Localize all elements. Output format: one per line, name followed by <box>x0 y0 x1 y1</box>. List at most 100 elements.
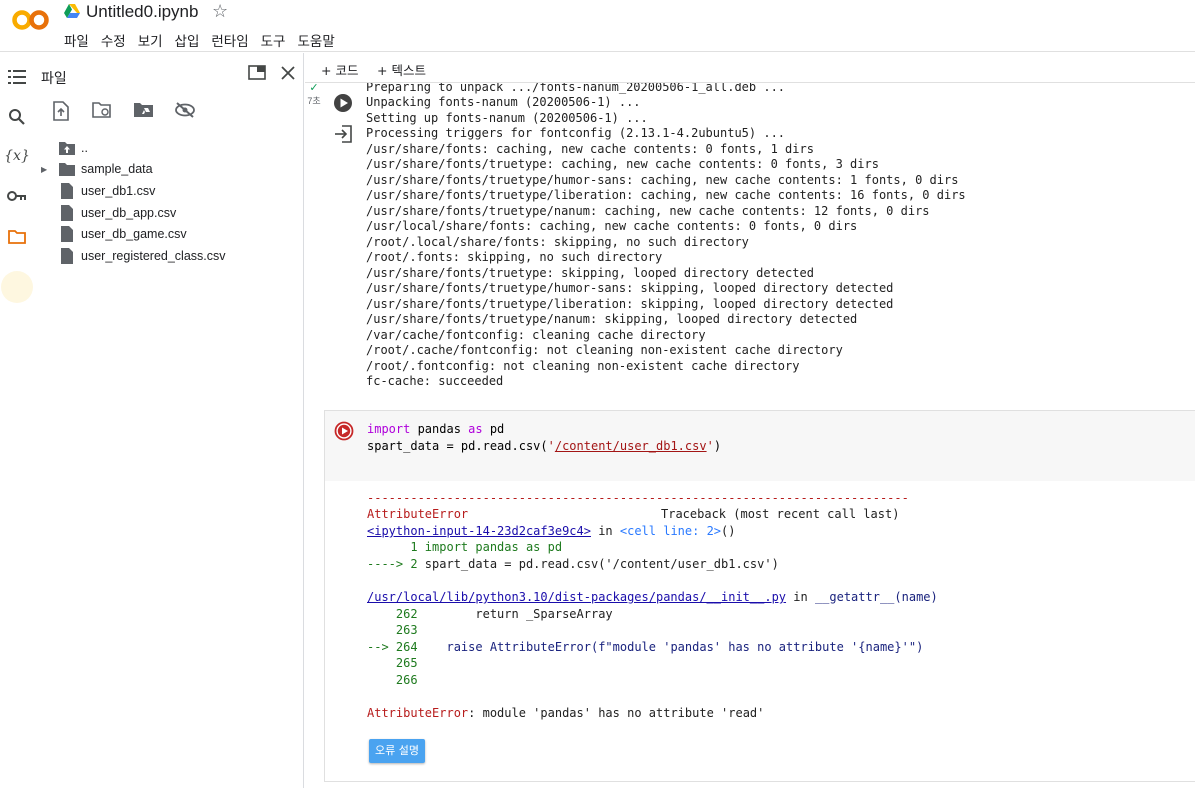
folder-up-icon <box>59 142 75 155</box>
tree-item-label: user_db_app.csv <box>81 206 177 220</box>
cell-toolbar: + 코드 + 텍스트 <box>305 53 1195 83</box>
files-panel: 파일 .. ▶ sample_data user_db1.csv user_db… <box>34 53 304 788</box>
output-line: /usr/share/fonts/truetype/humor-sans: ca… <box>366 173 959 187</box>
file-icon <box>61 205 73 221</box>
output-line: /usr/share/fonts/truetype/nanum: skippin… <box>366 312 858 326</box>
output-line: fc-cache: succeeded <box>366 374 504 388</box>
line-number: 262 <box>367 607 418 621</box>
code-path-link[interactable]: /content/user_db1.csv <box>555 439 707 453</box>
hide-files-icon[interactable] <box>174 101 196 123</box>
traceback-in: in <box>590 524 620 538</box>
current-line-arrow: ----> 2 <box>367 557 425 571</box>
error-text: : module 'pandas' has no attribute 'read… <box>468 706 765 720</box>
code-line: import pandas as pd <box>367 422 504 436</box>
run-cell-icon[interactable] <box>333 93 353 113</box>
code-editor[interactable]: import pandas as pd spart_data = pd.read… <box>325 411 1195 481</box>
expand-arrow-icon[interactable]: ▶ <box>41 165 47 174</box>
context-line: 1 import pandas as pd <box>367 540 563 554</box>
current-line-arrow: --> 264 <box>367 640 418 654</box>
variables-icon[interactable]: {x} <box>4 145 30 167</box>
tree-item-label: sample_data <box>81 162 153 176</box>
output-line: Preparing to unpack .../fonts-nanum_2020… <box>366 83 786 94</box>
output-line: /usr/local/share/fonts: caching, new cac… <box>366 219 858 233</box>
tree-item-label: user_db_game.csv <box>81 227 187 241</box>
error-divider: ----------------------------------------… <box>367 491 909 505</box>
notebook-main: + 코드 + 텍스트 ✓ 7초 Preparing to unpack .../… <box>305 53 1195 788</box>
current-line-code: spart_data = pd.read.csv('/content/user_… <box>424 557 779 571</box>
cell-ref: <cell line: 2> <box>619 524 722 538</box>
tree-item-label: user_registered_class.csv <box>81 249 226 263</box>
output-line: /usr/share/fonts: caching, new cache con… <box>366 142 814 156</box>
search-icon[interactable] <box>6 106 28 128</box>
menu-file[interactable]: 파일 <box>64 30 89 50</box>
folder-icon <box>59 163 75 176</box>
add-text-button[interactable]: + 텍스트 <box>377 60 426 79</box>
code-line: spart_data = pd.read.csv('/content/user_… <box>367 439 721 453</box>
mount-drive-icon[interactable] <box>133 101 155 123</box>
file-link[interactable]: /usr/local/lib/python3.10/dist-packages/… <box>367 590 786 604</box>
error-type: AttributeError <box>367 507 469 521</box>
context-line-current: --> 264 raise AttributeError(f"module 'p… <box>367 640 923 655</box>
output-line: /root/.fonts: skipping, no such director… <box>366 250 663 264</box>
rail-active-highlight <box>1 271 33 303</box>
refresh-icon[interactable] <box>92 101 114 123</box>
cell-ref-tail: () <box>721 524 736 538</box>
check-icon: ✓ <box>309 82 319 94</box>
menu-bar: 파일 수정 보기 삽입 런타임 도구 도움말 <box>64 30 335 50</box>
line-number: 266 <box>367 673 418 687</box>
left-rail: {x} <box>0 53 34 788</box>
tree-item-file[interactable]: user_db_app.csv <box>34 202 300 224</box>
code-token: pd <box>482 422 505 436</box>
menu-edit[interactable]: 수정 <box>101 30 126 50</box>
code-token: import <box>367 422 411 436</box>
menu-view[interactable]: 보기 <box>138 30 163 50</box>
output-line: /root/.cache/fontconfig: not cleaning no… <box>366 343 843 357</box>
cell-output: Preparing to unpack .../fonts-nanum_2020… <box>366 83 1195 395</box>
open-in-tab-icon[interactable] <box>248 65 268 83</box>
menu-runtime[interactable]: 런타임 <box>211 30 248 50</box>
output-line: Unpacking fonts-nanum (20200506-1) ... <box>366 95 641 109</box>
close-icon[interactable] <box>280 65 300 83</box>
tree-item-folder[interactable]: ▶ sample_data <box>34 158 300 180</box>
notebook-title[interactable]: Untitled0.ipynb <box>86 2 198 22</box>
tree-item-label: .. <box>81 141 88 155</box>
menu-help[interactable]: 도움말 <box>297 30 334 50</box>
traceback-frame: /usr/local/lib/python3.10/dist-packages/… <box>367 590 938 605</box>
code-cell: import pandas as pd spart_data = pd.read… <box>324 410 1195 782</box>
output-line: Processing triggers for fontconfig (2.13… <box>366 126 786 140</box>
code-token: as <box>468 422 483 436</box>
execution-status: ✓ 7초 <box>307 81 321 107</box>
output-line: /usr/share/fonts/truetype/humor-sans: sk… <box>366 281 894 295</box>
tree-item-parent-folder[interactable]: .. <box>34 137 300 159</box>
output-line: /usr/share/fonts/truetype: skipping, loo… <box>366 266 814 280</box>
explain-error-button[interactable]: 오류 설명 <box>369 739 425 763</box>
menu-tools[interactable]: 도구 <box>261 30 286 50</box>
tree-item-label: user_db1.csv <box>81 184 156 198</box>
code-token: ' <box>706 439 714 453</box>
tree-item-file[interactable]: user_db1.csv <box>34 180 300 202</box>
panel-title: 파일 <box>41 71 67 87</box>
table-of-contents-icon[interactable] <box>6 66 28 88</box>
output-line: /root/.local/share/fonts: skipping, no s… <box>366 235 749 249</box>
error-message: AttributeError: module 'pandas' has no a… <box>367 706 764 721</box>
menu-insert[interactable]: 삽입 <box>175 30 200 50</box>
output-line: /usr/share/fonts/truetype/liberation: sk… <box>366 297 894 311</box>
upload-file-icon[interactable] <box>52 101 74 123</box>
star-icon[interactable]: ☆ <box>212 1 228 22</box>
clear-output-icon[interactable] <box>333 125 353 143</box>
execution-time: 7초 <box>307 96 321 106</box>
google-drive-icon <box>64 4 80 18</box>
file-icon <box>61 248 73 264</box>
code-token: ) <box>713 439 722 453</box>
colab-logo-icon[interactable] <box>12 9 50 31</box>
line-number: 263 <box>367 623 418 637</box>
input-link[interactable]: <ipython-input-14-23d2caf3e9c4> <box>367 524 591 538</box>
tree-item-file[interactable]: user_db_game.csv <box>34 223 300 245</box>
file-icon <box>61 226 73 242</box>
folder-icon[interactable] <box>6 225 28 247</box>
line-code: raise AttributeError(f"module 'pandas' h… <box>417 640 924 654</box>
secrets-key-icon[interactable] <box>6 185 28 207</box>
run-cell-error-icon[interactable] <box>334 421 354 441</box>
add-code-button[interactable]: + 코드 <box>321 60 358 79</box>
tree-item-file[interactable]: user_registered_class.csv <box>34 245 300 267</box>
